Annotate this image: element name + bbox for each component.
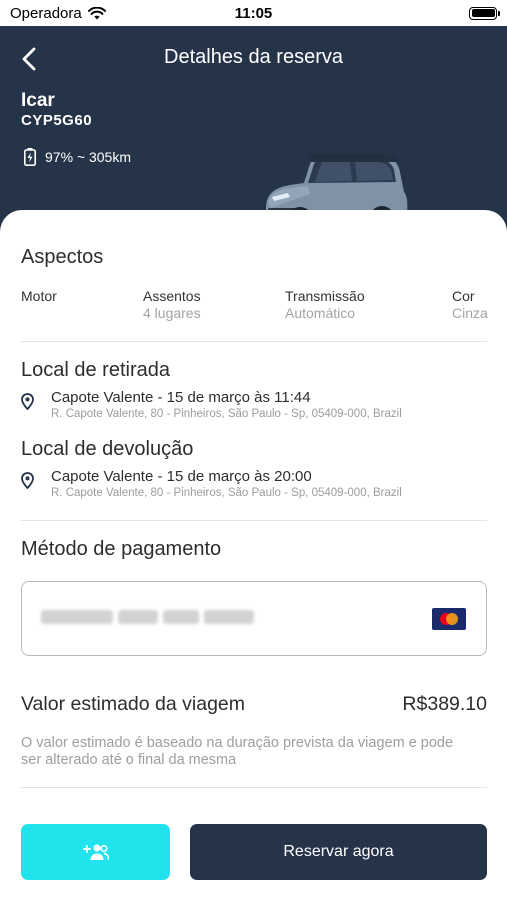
aspect-value: Automático [285,305,356,321]
status-bar: Operadora 11:05 [0,0,507,26]
payment-title: Método de pagamento [21,538,222,560]
aspect-color: Cor Cinza [452,288,488,321]
divider [21,341,487,342]
aspect-label: Motor [21,288,57,304]
add-passengers-button[interactable] [21,824,170,880]
dropoff-address: R. Capote Valente, 80 - Pinheiros, São P… [51,487,402,499]
estimate-note: O valor estimado é baseado na duração pr… [21,735,454,768]
device-battery-icon [469,6,500,20]
payment-method-selector[interactable] [21,581,487,656]
carrier-label: Operadora [10,4,82,22]
estimate-title: Valor estimado da viagem [21,693,246,715]
wifi-icon [87,6,106,19]
estimate-value: R$389.10 [402,693,487,715]
aspect-seats: Assentos 4 lugares [143,288,201,321]
mastercard-icon [432,608,466,630]
aspect-label: Cor [452,288,475,304]
dropoff-title: Local de devolução [21,438,194,460]
aspect-transmission: Transmissão Automático [285,288,365,321]
masked-card-number [41,610,254,624]
aspect-value: 4 lugares [143,305,201,321]
car-name: Icar [21,90,55,111]
aspect-value: Cinza [452,305,488,321]
aspect-label: Transmissão [285,288,365,304]
range-text: 97% ~ 305km [45,149,131,165]
divider [21,520,487,521]
car-plate: CYP5G60 [21,112,93,129]
add-group-icon [82,844,109,860]
pickup-address: R. Capote Valente, 80 - Pinheiros, São P… [51,408,402,420]
dropoff-main: Capote Valente - 15 de março às 20:00 [51,468,312,485]
pickup-main: Capote Valente - 15 de março às 11:44 [51,389,311,406]
page-title: Detalhes da reserva [164,46,343,68]
location-pin-icon [21,393,34,410]
aspect-motor: Motor [21,288,57,305]
location-pin-icon [21,472,34,489]
divider [21,787,487,788]
aspects-title: Aspectos [21,246,104,268]
battery-charging-icon [24,148,36,166]
status-left: Operadora [10,5,106,22]
pickup-title: Local de retirada [21,359,170,381]
aspect-label: Assentos [143,288,201,304]
battery-range: 97% ~ 305km [24,148,131,166]
header: Detalhes da reserva Icar CYP5G60 97% ~ 3… [0,26,507,240]
reserve-now-button[interactable]: Reservar agora [190,824,487,880]
